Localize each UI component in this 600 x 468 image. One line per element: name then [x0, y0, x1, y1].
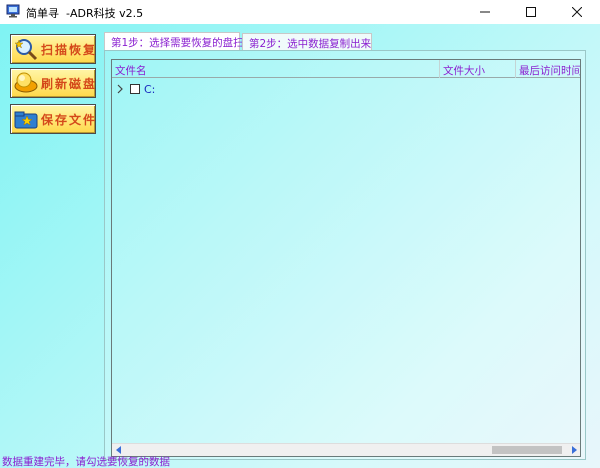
column-header-filesize[interactable]: 文件大小: [440, 60, 516, 78]
column-header-filename[interactable]: 文件名: [112, 60, 440, 78]
tree-row-drive[interactable]: C:: [116, 82, 155, 96]
maximize-icon: [526, 7, 536, 17]
magnifier-star-icon: [14, 39, 38, 61]
scan-recover-label: 扫描恢复: [41, 42, 98, 57]
scroll-right-button[interactable]: [567, 444, 580, 456]
drive-checkbox[interactable]: [130, 84, 140, 94]
save-file-label: 保存文件: [41, 112, 98, 127]
scrollbar-thumb[interactable]: [492, 446, 562, 454]
scroll-left-icon: [115, 446, 121, 454]
app-icon: [6, 4, 20, 18]
tab-step1[interactable]: 第1步：选择需要恢复的盘扫描: [104, 32, 254, 50]
scan-recover-button[interactable]: 扫描恢复: [10, 34, 96, 64]
save-folder-icon: [14, 111, 38, 129]
close-icon: [572, 7, 582, 17]
maximize-button[interactable]: [508, 0, 554, 24]
status-text: 数据重建完毕，请勾选要恢复的数据: [2, 456, 170, 468]
scroll-right-icon: [571, 446, 577, 454]
save-file-button[interactable]: 保存文件: [10, 104, 96, 134]
minimize-button[interactable]: [462, 0, 508, 24]
refresh-disk-icon: [14, 72, 38, 93]
tab-panel: 文件名 文件大小 最后访问时间 C:: [104, 50, 586, 460]
tab-step2[interactable]: 第2步：选中数据复制出来: [242, 33, 372, 50]
refresh-disk-label: 刷新磁盘: [41, 76, 98, 91]
list-header: 文件名 文件大小 最后访问时间: [112, 60, 580, 78]
horizontal-scrollbar[interactable]: [112, 443, 580, 456]
column-header-last-access[interactable]: 最后访问时间: [516, 60, 580, 78]
chevron-right-icon[interactable]: [116, 84, 124, 94]
close-button[interactable]: [554, 0, 600, 24]
window-title: 简单寻 -ADR科技 v2.5: [26, 7, 144, 20]
client-area: 扫描恢复 刷新磁盘 保存文件 第1步：选择需要恢复的盘扫描 第2步：选中数据复制…: [0, 24, 600, 468]
refresh-disk-button[interactable]: 刷新磁盘: [10, 68, 96, 98]
file-list[interactable]: 文件名 文件大小 最后访问时间 C:: [111, 59, 581, 457]
drive-label: C:: [144, 82, 156, 96]
minimize-icon: [480, 11, 490, 13]
title-bar: 简单寻 -ADR科技 v2.5: [0, 0, 600, 24]
